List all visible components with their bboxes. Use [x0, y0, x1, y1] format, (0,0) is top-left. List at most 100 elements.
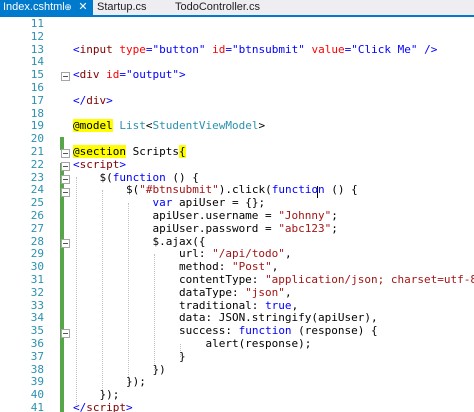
code-line[interactable]: 36 alert(response); [0, 337, 474, 351]
code-token: function [238, 324, 292, 338]
code-token: < [145, 119, 153, 133]
code-text: <input type="button" id="btnsubmit" valu… [73, 42, 438, 57]
code-token: input [79, 42, 113, 56]
code-line[interactable]: 40 }); [0, 388, 474, 402]
code-token: apiUser = {}; [172, 196, 266, 210]
tab-label: Index.cshtml [3, 1, 65, 13]
code-token: = [225, 42, 232, 56]
code-token: > [119, 157, 126, 171]
code-token: > [106, 93, 113, 107]
tab-label: Startup.cs [97, 1, 147, 13]
document-tab-bar: Index.cshtml ⊕ ✕ Startup.cs TodoControll… [0, 0, 474, 17]
code-token: "btnsubmit" [231, 42, 305, 56]
code-token: </ [73, 93, 87, 107]
code-token: alert(response); [73, 337, 312, 350]
code-line[interactable]: 15 <div id="output"> [0, 68, 474, 82]
code-token: ).click( [218, 183, 272, 197]
code-token: id [106, 68, 120, 82]
code-editor[interactable]: 11 12 13 <input type="button" id="btnsubmit… [0, 17, 474, 412]
code-text: <div id="output"> [73, 68, 186, 82]
line-number: 11 [30, 17, 44, 30]
code-token: , [284, 285, 292, 299]
code-token: /> [417, 42, 438, 56]
code-token: "json" [245, 285, 285, 299]
code-token: "abc123" [278, 221, 332, 235]
code-token: @section [73, 145, 126, 158]
code-token: ; [331, 221, 338, 235]
code-token: id [212, 42, 226, 56]
code-token: = [145, 42, 153, 56]
code-line[interactable]: 13 <input type="button" id="btnsubmit" va… [0, 42, 474, 57]
code-token: () { [324, 183, 358, 197]
code-token: { [178, 145, 186, 158]
line-number: 32 [30, 285, 44, 299]
code-token: () { [165, 170, 199, 184]
code-token: , [291, 298, 299, 312]
code-text: @model List<StudentViewModel> [73, 119, 266, 133]
code-line[interactable]: 37 } [0, 349, 474, 364]
code-token: "button" [152, 42, 206, 56]
code-token: "/api/todo" [212, 247, 285, 261]
code-token: = [119, 68, 126, 82]
code-token: script [79, 157, 120, 171]
code-token: < [73, 157, 80, 171]
code-token: List [119, 119, 146, 133]
line-number: 36 [30, 337, 44, 350]
close-icon[interactable]: ✕ [77, 0, 89, 15]
code-token: url: [73, 247, 213, 261]
code-token: < [73, 68, 80, 82]
code-token: "Johnny" [278, 209, 332, 222]
code-line[interactable]: 16 [0, 81, 474, 95]
tab-todocontroller-cs[interactable]: TodoController.cs [175, 0, 260, 15]
code-line[interactable]: 20 [0, 132, 474, 146]
code-line[interactable]: 39 }); [0, 375, 474, 389]
code-line[interactable]: 41 </script> [0, 401, 474, 412]
code-token: Scripts [125, 145, 179, 158]
code-token: "application/json; charset=utf-8" [265, 273, 474, 286]
code-token: type [119, 42, 146, 56]
code-token: dataType: [73, 285, 246, 299]
code-token: div [86, 93, 107, 107]
line-number: 27 [30, 221, 44, 235]
line-number: 41 [30, 401, 44, 412]
code-token: $.ajax({ [73, 234, 206, 248]
code-token: }) [73, 362, 166, 376]
tab-startup-cs[interactable]: Startup.cs [97, 0, 147, 15]
code-token: contentType: [73, 273, 266, 286]
code-line[interactable]: 14 [0, 56, 474, 69]
pin-icon[interactable]: ⊕ [62, 0, 74, 15]
code-line[interactable]: 27 apiUser.password = "abc123"; [0, 221, 474, 236]
code-line[interactable]: 19 @model List<StudentViewModel> [0, 119, 474, 133]
code-token: div [79, 68, 100, 82]
code-line[interactable]: 17 </div> [0, 93, 474, 108]
code-line[interactable]: 21 @section Scripts{ [0, 145, 474, 159]
code-token: }); [73, 388, 120, 402]
code-token: @model [73, 119, 113, 133]
tab-index-cshtml[interactable]: Index.cshtml ⊕ ✕ [0, 0, 93, 15]
code-line[interactable]: 22 <script> [0, 157, 474, 172]
code-line[interactable]: 38 }) [0, 362, 474, 377]
line-number: 26 [30, 209, 44, 222]
code-token: "Post" [231, 260, 272, 274]
code-token: } [73, 349, 186, 363]
code-token: function [271, 183, 325, 197]
code-token: ; [331, 209, 338, 222]
line-number: 37 [30, 349, 44, 363]
code-token: , [271, 260, 279, 274]
code-token: var [152, 196, 173, 210]
code-token: "output" [126, 68, 179, 82]
code-token: $( [73, 183, 140, 197]
code-token: StudentViewModel [152, 119, 259, 133]
code-token: success: [73, 324, 239, 338]
code-token: }); [73, 375, 146, 389]
code-token: > [258, 119, 266, 133]
code-token: $( [73, 170, 113, 184]
code-token: </ [73, 401, 87, 412]
code-token: , [284, 247, 292, 261]
code-line[interactable]: 11 [0, 17, 474, 31]
code-token: true [265, 298, 292, 312]
code-token: (response) { [291, 324, 378, 338]
code-token: script [86, 401, 126, 412]
line-number: 12 [30, 29, 44, 43]
